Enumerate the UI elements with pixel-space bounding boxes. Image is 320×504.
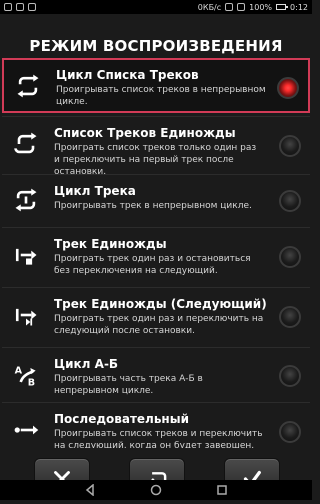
divider: [2, 402, 310, 403]
mode-item-repeat-one[interactable]: Цикл Трека Проигрывать трек в непрерывно…: [2, 176, 310, 226]
mode-description: Проигрывать часть трека А-Б в непрерывно…: [54, 374, 203, 396]
battery-icon: [276, 4, 289, 10]
navigation-bar: [0, 480, 312, 500]
status-left: [4, 3, 36, 11]
ab-repeat-icon: A B: [12, 361, 40, 389]
repeat-all-icon: [14, 72, 42, 100]
mode-description: Проиграть трек один раз и остановиться б…: [54, 254, 251, 276]
repeat-one-icon: [12, 186, 40, 214]
mode-item-track-once[interactable]: Трек Единожды Проиграть трек один раз и …: [2, 229, 310, 284]
mode-name: Цикл А-Б: [54, 357, 119, 371]
mode-name: Трек Единожды (Следующий): [54, 297, 267, 311]
mode-name: Цикл Списка Треков: [56, 68, 199, 82]
radio-unselected[interactable]: [279, 135, 301, 157]
nav-recents-icon[interactable]: [216, 481, 228, 500]
divider: [2, 227, 310, 228]
status-bar: 0КБ/с 100% 0:12: [0, 0, 312, 14]
play-once-next-icon: [12, 301, 40, 329]
clock: 0:12: [290, 2, 308, 12]
mode-description: Проиграть список треков только один раз …: [54, 143, 257, 177]
mode-list: Цикл Списка Треков Проигрывать список тр…: [2, 58, 310, 451]
radio-unselected[interactable]: [279, 421, 301, 443]
play-once-stop-icon: [12, 241, 40, 269]
mode-description: Проигрывать список треков в непрерывном …: [56, 85, 266, 107]
nav-home-icon[interactable]: [150, 481, 162, 500]
dialog-title: РЕЖИМ ВОСПРОИЗВЕДЕНИЯ: [29, 37, 283, 55]
battery-percent: 100%: [249, 2, 273, 12]
divider: [2, 174, 310, 175]
cloud-icon: [16, 3, 24, 11]
signal-icon: [237, 3, 246, 11]
mode-description: Проиграть трек один раз и переключить на…: [54, 314, 264, 336]
mode-name: Список Треков Единожды: [54, 126, 236, 140]
mode-item-track-once-next[interactable]: Трек Единожды (Следующий) Проиграть трек…: [2, 289, 310, 344]
wifi-icon: [225, 3, 234, 11]
status-right: 0КБ/с 100% 0:12: [198, 3, 308, 12]
mode-name: Трек Единожды: [54, 237, 167, 251]
mode-name: Цикл Трека: [54, 184, 136, 198]
mode-item-ab-repeat[interactable]: A B Цикл А-Б Проигрывать часть трека А-Б…: [2, 349, 310, 401]
radio-selected[interactable]: [277, 77, 299, 99]
radio-unselected[interactable]: [279, 190, 301, 212]
nav-back-icon[interactable]: [84, 481, 96, 500]
svg-text:A: A: [15, 365, 23, 376]
mode-name: Последовательный: [54, 412, 189, 426]
radio-unselected[interactable]: [279, 306, 301, 328]
network-speed: 0КБ/с: [197, 2, 222, 12]
playback-mode-dialog: РЕЖИМ ВОСПРОИЗВЕДЕНИЯ Цикл Списка Треков…: [0, 14, 312, 504]
mode-description: Проигрывать трек в непрерывном цикле.: [54, 201, 252, 211]
divider: [2, 287, 310, 288]
divider: [2, 116, 310, 117]
mode-item-repeat-all[interactable]: Цикл Списка Треков Проигрывать список тр…: [2, 58, 310, 113]
mode-item-list-once[interactable]: Список Треков Единожды Проиграть список …: [2, 118, 310, 177]
app-icon: [28, 3, 36, 11]
divider: [2, 347, 310, 348]
radio-unselected[interactable]: [279, 246, 301, 268]
repeat-list-once-icon: [12, 130, 40, 158]
radio-unselected[interactable]: [279, 365, 301, 387]
svg-text:B: B: [28, 378, 35, 389]
sequential-icon: [12, 416, 40, 444]
notification-icon: [4, 3, 12, 11]
